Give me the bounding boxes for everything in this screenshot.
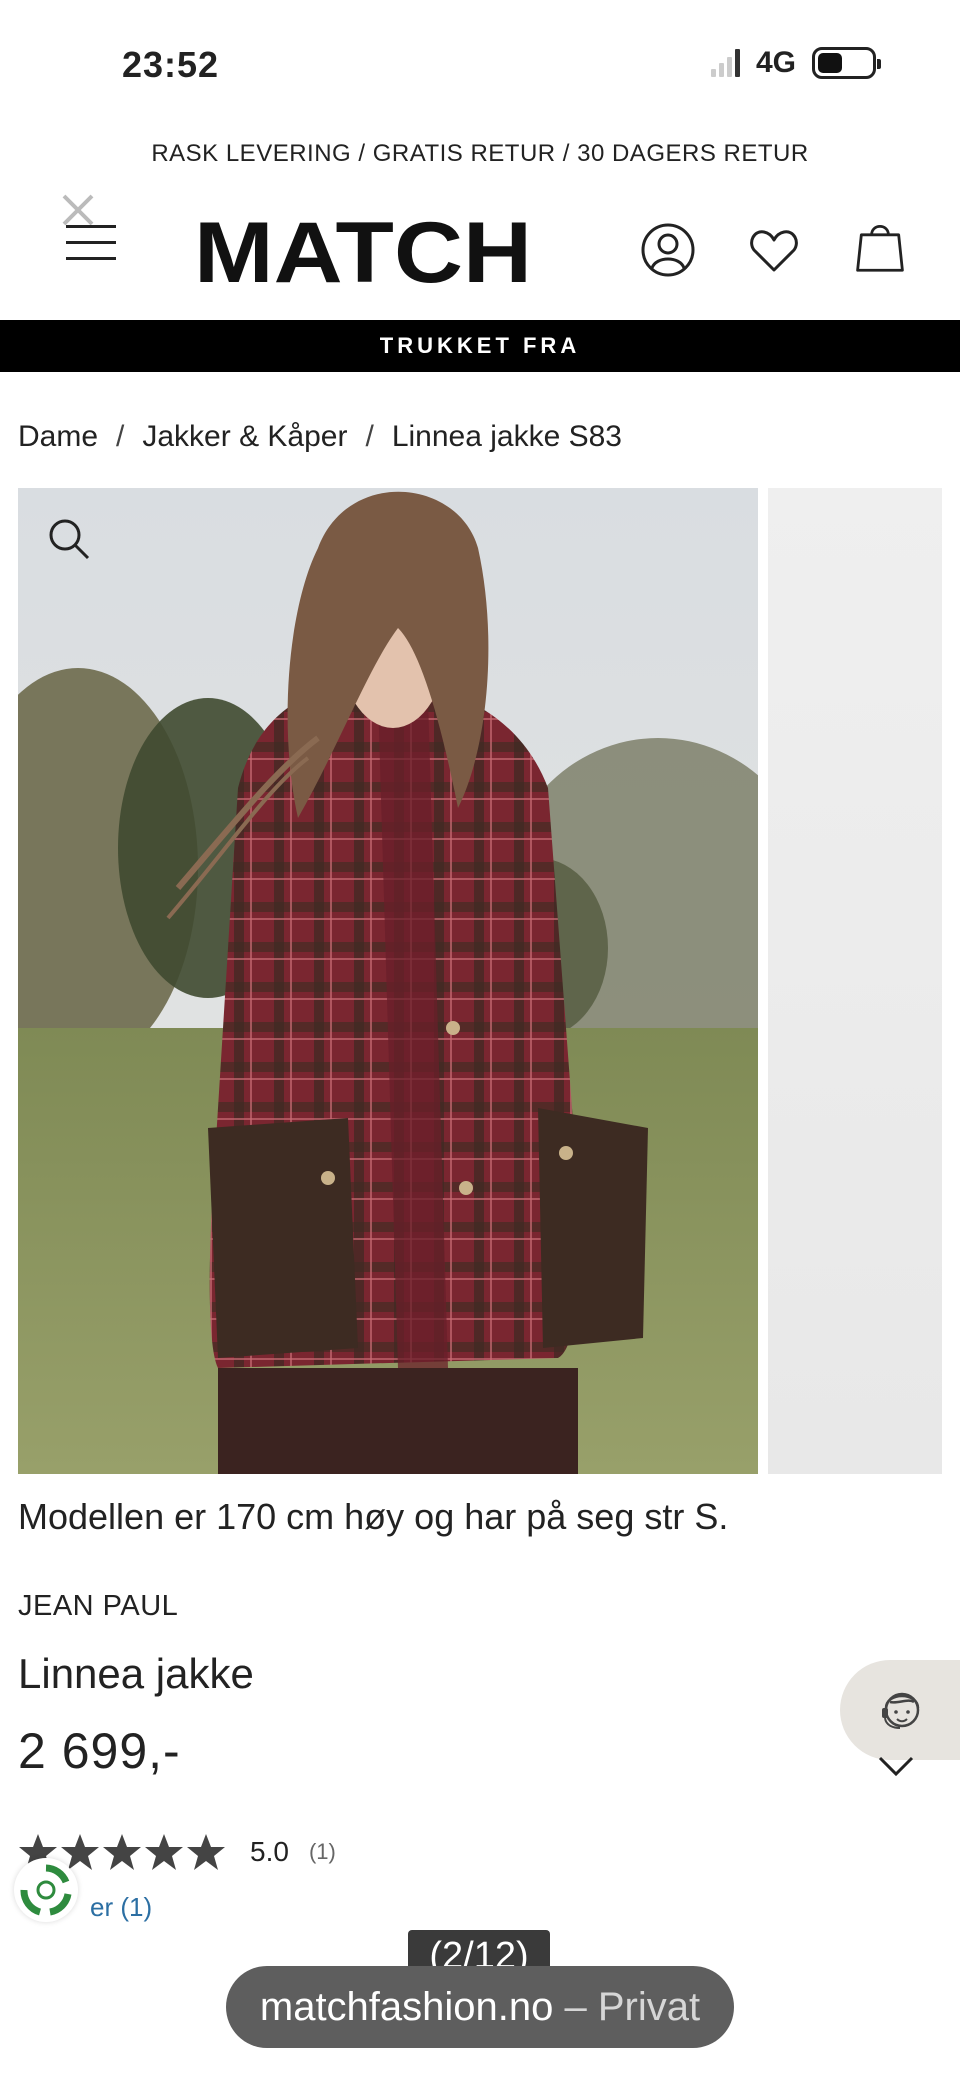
- signal-icon: [710, 49, 740, 77]
- match-logo[interactable]: MATCH: [194, 212, 534, 290]
- product-photo: [18, 488, 758, 1474]
- reviews-link[interactable]: er (1): [90, 1892, 152, 1923]
- product-name: Linnea jakke: [18, 1650, 254, 1697]
- address-bar[interactable]: matchfashion.no – Privat: [226, 1966, 734, 2048]
- recycle-icon: [20, 1864, 72, 1916]
- close-icon[interactable]: [58, 190, 98, 230]
- product-price: 2 699,-: [18, 1723, 181, 1779]
- product-brand[interactable]: JEAN PAUL: [18, 1590, 178, 1623]
- menu-icon[interactable]: [66, 225, 116, 265]
- status-bar: 23:52 4G: [0, 0, 960, 120]
- promo-text: RASK LEVERING / GRATIS RETUR / 30 DAGERS…: [151, 140, 809, 167]
- heart-icon[interactable]: [746, 222, 802, 278]
- chat-button[interactable]: [840, 1660, 960, 1760]
- breadcrumb-item-dame[interactable]: Dame: [18, 420, 98, 454]
- rating-count: (1): [308, 1839, 336, 1864]
- model-caption: Modellen er 170 cm høy og har på seg str…: [18, 1496, 729, 1537]
- battery-icon: [812, 47, 881, 79]
- status-time: 23:52: [122, 44, 220, 85]
- url-domain: matchfashion.no: [259, 1985, 554, 2029]
- star-icon: [145, 1834, 183, 1870]
- breadcrumb-item-current: Linnea jakke S83: [391, 420, 622, 453]
- product-image[interactable]: [18, 488, 758, 1474]
- support-agent-icon: [882, 1692, 920, 1729]
- rating-value: 5.0: [250, 1836, 289, 1867]
- eco-badge[interactable]: [14, 1858, 78, 1922]
- breadcrumb-separator: /: [116, 420, 125, 453]
- chevron-down-icon[interactable]: [876, 1752, 916, 1782]
- star-icon: [103, 1834, 141, 1870]
- next-product-image[interactable]: [768, 488, 942, 1474]
- status-indicators: 4G: [710, 46, 881, 80]
- logo-text: MATCH: [194, 212, 532, 290]
- star-icon: [187, 1834, 225, 1870]
- shopping-bag-icon[interactable]: [852, 218, 908, 274]
- url-separator: –: [553, 1985, 598, 2029]
- private-mode-label: Privat: [597, 1985, 701, 2029]
- breadcrumb-separator: /: [365, 420, 374, 453]
- account-icon[interactable]: [640, 222, 696, 278]
- breadcrumb-item-jakker[interactable]: Jakker & Kåper: [142, 420, 347, 454]
- zoom-icon[interactable]: [46, 516, 92, 562]
- trukket-banner[interactable]: TRUKKET FRA: [0, 320, 960, 372]
- network-type: 4G: [755, 46, 796, 79]
- breadcrumb: Dame / Jakker & Kåper / Linnea jakke S83: [18, 420, 622, 454]
